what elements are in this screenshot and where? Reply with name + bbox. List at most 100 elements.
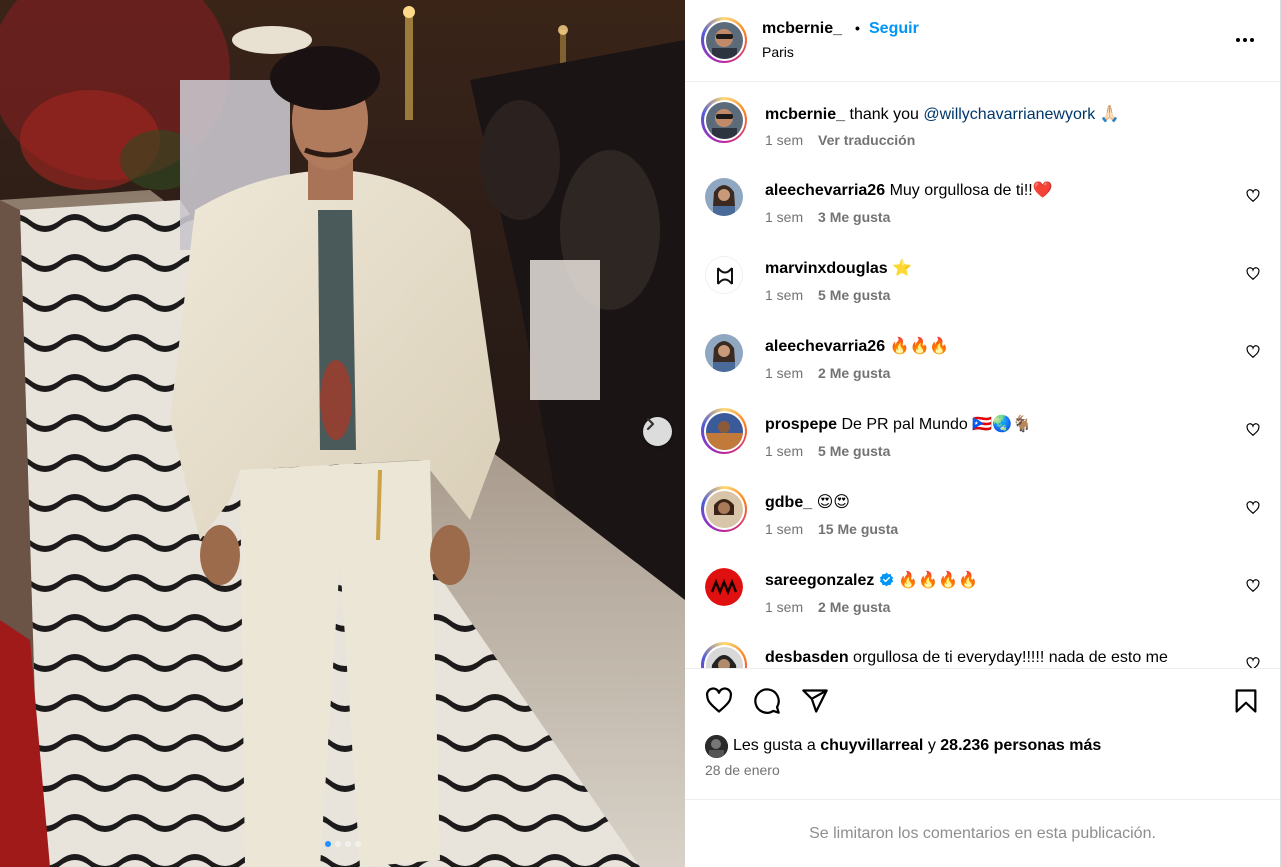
caption-mention[interactable]: @willychavarrianewyork [923, 106, 1095, 123]
likes-prefix: Les gusta a [733, 737, 816, 754]
follow-button[interactable]: Seguir [869, 20, 919, 38]
comments-list[interactable]: mcbernie_ thank you @willychavarrianewyo… [685, 83, 1280, 668]
heart-icon [705, 687, 733, 713]
avatar-photo [705, 412, 743, 450]
author-username[interactable]: mcbernie_ [762, 20, 842, 38]
chevron-right-icon [646, 417, 655, 431]
comment-likes[interactable]: 15 Me gusta [818, 521, 898, 537]
translate-link[interactable]: Ver traducción [818, 132, 915, 148]
avatar-photo [705, 178, 743, 216]
bookmark-icon [1235, 689, 1257, 713]
red-logo-icon [705, 568, 743, 606]
likes-others[interactable]: 28.236 personas más [940, 737, 1101, 754]
carousel-dot [354, 841, 361, 847]
comment-likes[interactable]: 2 Me gusta [818, 365, 890, 381]
comment-time[interactable]: 1 sem [765, 599, 803, 615]
likes-summary: Les gusta a chuyvillarreal y 28.236 pers… [733, 737, 1101, 755]
heart-icon [1246, 423, 1260, 437]
comment-username[interactable]: aleechevarria26 [765, 182, 885, 199]
heart-icon [1246, 579, 1260, 593]
logo-mark-icon [706, 257, 742, 293]
heart-icon [1246, 267, 1260, 281]
author-avatar[interactable] [701, 17, 747, 63]
caption-text: thank you [849, 106, 919, 123]
like-comment-button[interactable] [1246, 267, 1260, 281]
avatar-photo [705, 21, 743, 59]
post-details-panel: mcbernie_ • Seguir Paris mcbernie_ thank… [685, 0, 1281, 867]
like-button[interactable] [705, 687, 733, 715]
comment-likes[interactable]: 2 Me gusta [818, 599, 890, 615]
comment-time[interactable]: 1 sem [765, 365, 803, 381]
next-image-button[interactable] [643, 417, 672, 446]
post-location[interactable]: Paris [762, 44, 794, 60]
commenter-avatar[interactable] [705, 178, 743, 216]
caption-avatar[interactable] [701, 97, 747, 143]
heart-icon [1246, 189, 1260, 203]
like-comment-button[interactable] [1246, 657, 1260, 668]
carousel-indicator [0, 841, 685, 847]
post-header: mcbernie_ • Seguir Paris [685, 0, 1280, 82]
liker-avatar[interactable] [705, 735, 728, 758]
commenter-avatar[interactable] [701, 642, 747, 668]
avatar-photo [705, 334, 743, 372]
comment-username[interactable]: gdbe_ [765, 494, 812, 511]
comment-username[interactable]: prospepe [765, 416, 837, 433]
comment-time[interactable]: 1 sem [765, 132, 803, 148]
caption-emoji: 🙏🏻 [1099, 106, 1120, 123]
likes-connector: y [927, 737, 936, 754]
comment-time[interactable]: 1 sem [765, 521, 803, 537]
heart-icon [1246, 345, 1260, 359]
comment-text: 🔥🔥🔥 [889, 338, 950, 355]
commenter-avatar[interactable] [705, 256, 743, 294]
post-photo[interactable] [0, 0, 685, 867]
verified-icon [879, 572, 893, 587]
heart-icon [1246, 501, 1260, 515]
comment-icon [754, 688, 780, 714]
comment-time[interactable]: 1 sem [765, 443, 803, 459]
comment-likes[interactable]: 5 Me gusta [818, 443, 890, 459]
comment-likes[interactable]: 5 Me gusta [818, 287, 890, 303]
comment-time[interactable]: 1 sem [765, 287, 803, 303]
separator-dot: • [855, 20, 860, 36]
comment-username[interactable]: sareegonzalez [765, 572, 874, 589]
comment-text: Muy orgullosa de ti!!❤️ [889, 182, 1053, 199]
comment-likes[interactable]: 3 Me gusta [818, 209, 890, 225]
post-date[interactable]: 28 de enero [705, 762, 780, 778]
avatar-photo [705, 490, 743, 528]
comment-username[interactable]: aleechevarria26 [765, 338, 885, 355]
comment-text: De PR pal Mundo 🇵🇷🌏🐐 [841, 416, 1032, 433]
like-comment-button[interactable] [1246, 189, 1260, 203]
comment-username[interactable]: mcbernie_ [765, 106, 845, 123]
share-button[interactable] [801, 687, 829, 715]
comment-text: ⭐ [892, 260, 913, 277]
avatar-photo [705, 735, 728, 758]
avatar-photo [705, 101, 743, 139]
comment-text: 😍😍 [816, 494, 850, 511]
like-comment-button[interactable] [1246, 501, 1260, 515]
comments-limited-notice: Se limitaron los comentarios en esta pub… [685, 799, 1280, 867]
post-actions: Les gusta a chuyvillarreal y 28.236 pers… [685, 668, 1280, 867]
comment-text: 🔥🔥🔥🔥 [898, 572, 978, 589]
more-options-button[interactable] [1233, 28, 1257, 52]
commenter-avatar[interactable] [701, 486, 747, 532]
comment-text: orgullosa de ti everyday!!!!! nada de es… [853, 649, 1168, 666]
commenter-avatar[interactable] [705, 334, 743, 372]
carousel-dot [344, 841, 351, 847]
carousel-dot [334, 841, 341, 847]
comment-username[interactable]: marvinxdouglas [765, 260, 888, 277]
commenter-avatar[interactable] [705, 568, 743, 606]
share-icon [802, 689, 828, 713]
carousel-dot [324, 841, 331, 847]
heart-icon [1246, 657, 1260, 668]
runway-photo [0, 0, 685, 867]
like-comment-button[interactable] [1246, 345, 1260, 359]
comment-username[interactable]: desbasden [765, 649, 849, 666]
commenter-avatar[interactable] [701, 408, 747, 454]
like-comment-button[interactable] [1246, 423, 1260, 437]
comment-button[interactable] [753, 687, 781, 715]
more-icon [1236, 38, 1254, 42]
comment-time[interactable]: 1 sem [765, 209, 803, 225]
liker-username[interactable]: chuyvillarreal [820, 737, 923, 754]
save-button[interactable] [1232, 687, 1260, 715]
like-comment-button[interactable] [1246, 579, 1260, 593]
